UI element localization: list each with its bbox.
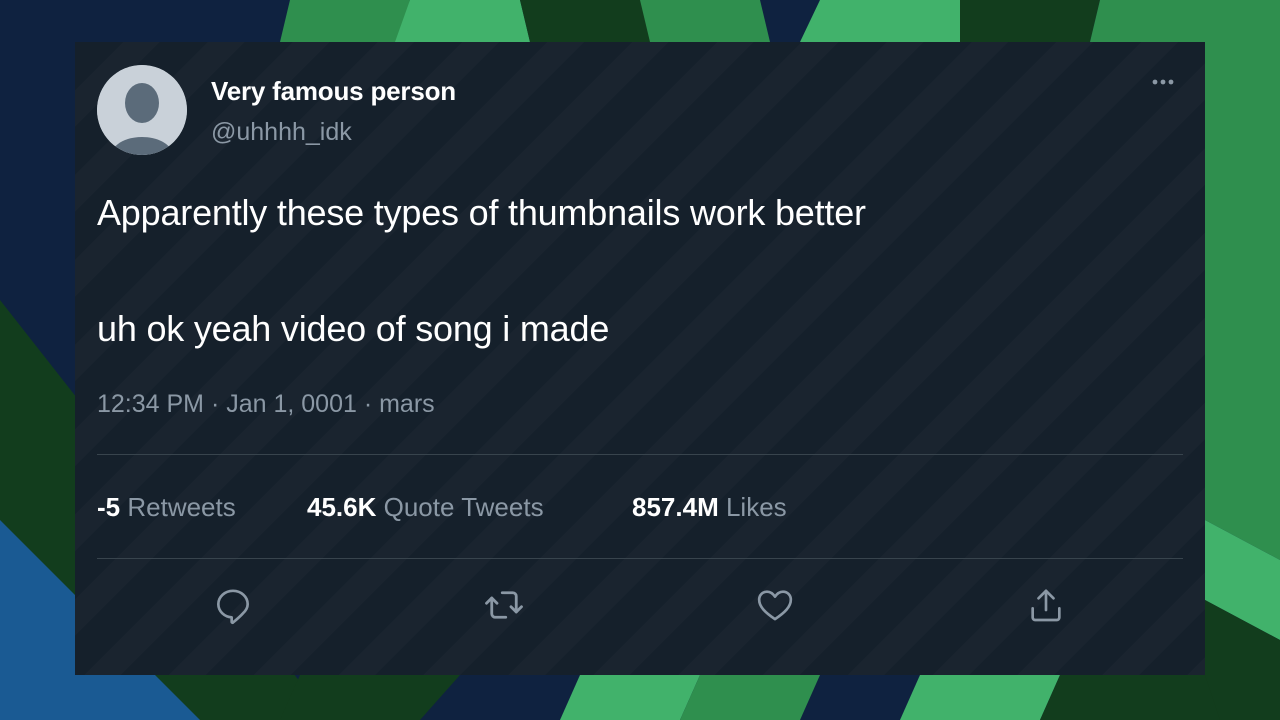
quote-tweets-label: Quote Tweets bbox=[383, 492, 544, 522]
retweet-button[interactable] bbox=[481, 582, 527, 628]
share-icon bbox=[1031, 589, 1061, 622]
retweet-icon bbox=[485, 591, 523, 619]
display-name[interactable]: Very famous person bbox=[211, 76, 456, 107]
like-icon bbox=[757, 590, 793, 621]
retweets-stat[interactable]: -5 Retweets bbox=[97, 492, 236, 523]
likes-stat[interactable]: 857.4M Likes bbox=[632, 492, 787, 523]
reply-icon bbox=[217, 589, 250, 625]
more-options-button[interactable] bbox=[1145, 70, 1185, 94]
likes-label: Likes bbox=[725, 492, 787, 522]
default-avatar-icon bbox=[97, 65, 187, 155]
tweet-text-line: Apparently these types of thumbnails wor… bbox=[97, 192, 866, 233]
divider bbox=[97, 454, 1183, 455]
user-handle[interactable]: @uhhhh_idk bbox=[211, 118, 352, 147]
tweet-card: Very famous person @uhhhh_idk Apparently… bbox=[75, 42, 1205, 675]
tweet-text-line: uh ok yeah video of song i made bbox=[97, 308, 610, 349]
avatar[interactable] bbox=[97, 65, 187, 155]
more-options-icon bbox=[1152, 79, 1174, 85]
tweet-timestamp[interactable]: 12:34 PM · Jan 1, 0001 · mars bbox=[97, 390, 435, 419]
quote-tweets-stat[interactable]: 45.6K Quote Tweets bbox=[307, 492, 544, 523]
share-button[interactable] bbox=[1023, 582, 1069, 628]
divider bbox=[97, 558, 1183, 559]
retweets-count: -5 bbox=[97, 492, 121, 522]
reply-button[interactable] bbox=[210, 582, 256, 628]
quote-tweets-count: 45.6K bbox=[307, 492, 377, 522]
retweets-label: Retweets bbox=[127, 492, 236, 522]
like-button[interactable] bbox=[752, 582, 798, 628]
likes-count: 857.4M bbox=[632, 492, 719, 522]
